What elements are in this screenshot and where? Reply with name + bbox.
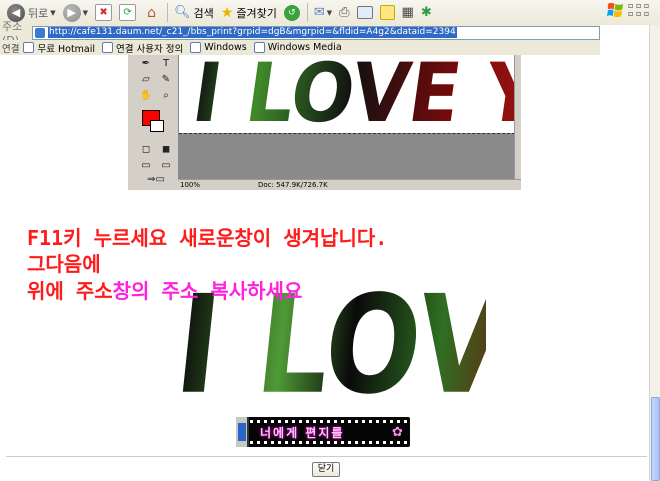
link-customize[interactable]: 연결 사용자 정의 — [102, 41, 183, 55]
photoshop-status-bar: 100% Doc: 547.9K/726.7K — [178, 179, 521, 190]
note-icon — [379, 5, 395, 20]
shape-tool-icon: ▱ — [142, 74, 150, 85]
link-label: 연결 사용자 정의 — [116, 43, 184, 55]
link-label: Windows — [204, 42, 247, 53]
love-text: I LOVE YOU ! — [187, 55, 514, 133]
eyedropper-icon: ✎ — [161, 74, 171, 85]
messenger-button[interactable]: ✱ — [418, 2, 435, 23]
instruction-line-2: 그다음에 — [27, 252, 101, 276]
photoshop-screenshot-image: ✒ T ▱ ✎ ✋ ⌕ ◻ ◼ ▭ ▭ ⇒▭ I LOVE YOU 100% D… — [128, 55, 521, 190]
pen-tool-icon: ✒ — [141, 58, 151, 69]
messenger-icon: ✱ — [420, 5, 432, 20]
background-color-swatch — [150, 120, 164, 132]
forward-arrow-icon: ▶ — [62, 3, 81, 22]
film-perforation — [250, 441, 410, 444]
address-url[interactable]: http://cafe131.daum.net/_c21_/bbs_print?… — [48, 27, 457, 38]
photoshop-scrollbar — [514, 55, 521, 179]
canvas-pasteboard — [179, 133, 514, 179]
link-page-icon — [253, 42, 265, 53]
quickmask-icon: ◼ — [161, 144, 171, 155]
toolbar-separator — [306, 3, 308, 22]
flower-icon: ✿ — [392, 425, 403, 440]
printer-icon: ⎙ — [339, 5, 350, 20]
fullscreen-icon: ▭ — [161, 160, 171, 171]
instruction-line-3-pink: 창의 주소 복사하세요 — [112, 279, 303, 303]
favorites-label: 즐겨찾기 — [236, 6, 277, 20]
zoom-level: 100% — [180, 181, 201, 189]
link-hotmail[interactable]: 무료 Hotmail — [23, 41, 95, 55]
search-icon: 🔍︎ — [174, 5, 191, 20]
address-bar: 주소(D) http://cafe131.daum.net/_c21_/bbs_… — [0, 20, 600, 47]
love-art: I LOVE YOU ! — [169, 267, 486, 405]
home-icon: ⌂ — [147, 4, 156, 21]
link-windows-media[interactable]: Windows Media — [253, 42, 342, 53]
stop-button[interactable]: ✖ — [92, 2, 115, 23]
edit-button[interactable] — [354, 2, 376, 23]
mail-button[interactable]: ✉ ▼ — [311, 2, 335, 23]
film-canister-icon — [236, 417, 249, 447]
photoshop-canvas: I LOVE YOU ! — [179, 55, 514, 133]
research-icon: ▦ — [401, 5, 414, 20]
browser-toolbar: ◀ 뒤로 ▼ ▶ ▼ ✖ ⟳ ⌂ 🔍︎ 검색 ★ 즐겨찾기 ↺ ✉ ▼ ⎙ ▦ — [0, 0, 660, 25]
mask-mode-icon: ◻ — [141, 144, 151, 155]
research-button[interactable]: ▦ — [399, 2, 417, 23]
film-banner: 너에게 편지를 ✿ — [236, 417, 410, 447]
screen-mode-icon: ▭ — [141, 160, 151, 171]
footer-divider — [6, 456, 647, 457]
jump-to-icon: ⇒▭ — [147, 174, 165, 185]
mail-dropdown-icon[interactable]: ▼ — [327, 9, 332, 17]
discuss-button[interactable] — [377, 2, 398, 23]
windows-logo-icon — [606, 2, 624, 18]
toolbar-separator — [167, 3, 169, 22]
links-label: 연결 — [2, 43, 20, 55]
doc-size: Doc: 547.9K/726.7K — [258, 181, 328, 189]
refresh-button[interactable]: ⟳ — [116, 2, 139, 23]
link-page-icon — [102, 42, 114, 53]
link-page-icon — [23, 42, 35, 53]
history-icon: ↺ — [283, 4, 300, 21]
refresh-icon: ⟳ — [119, 4, 137, 21]
stop-icon: ✖ — [95, 4, 113, 21]
search-label: 검색 — [193, 6, 214, 20]
links-bar: 연결 무료 Hotmail 연결 사용자 정의 Windows Windows … — [0, 40, 600, 55]
window-controls: ▫ ▫ ▫ ▫ ▫ ▫ — [628, 2, 660, 18]
instruction-line-1: F11키 누르세요 새로운창이 생겨납니다. — [27, 226, 388, 250]
page-scrollbar[interactable] — [649, 25, 660, 481]
maximize-icon[interactable]: ▫ ▫ ▫ — [628, 10, 660, 18]
favorites-button[interactable]: ★ 즐겨찾기 — [218, 2, 280, 23]
page-icon — [35, 27, 45, 38]
film-perforation — [250, 420, 410, 423]
text-tool-icon: T — [162, 58, 170, 69]
instruction-line-3: 위에 주소창의 주소 복사하세요 — [27, 279, 302, 303]
link-windows[interactable]: Windows — [190, 42, 247, 53]
hand-tool-icon: ✋ — [139, 90, 153, 101]
love-text-art: I LOVE YOU ! — [187, 55, 514, 133]
edit-icon — [356, 6, 373, 19]
photoshop-document: I LOVE YOU ! — [178, 55, 514, 179]
history-button[interactable]: ↺ — [281, 2, 303, 23]
close-button[interactable]: 닫기 — [312, 462, 340, 477]
scrollbar-thumb[interactable] — [651, 397, 660, 481]
home-button[interactable]: ⌂ — [140, 2, 163, 23]
forward-button[interactable]: ▶ ▼ — [60, 2, 91, 23]
forward-dropdown-icon[interactable]: ▼ — [83, 9, 88, 17]
tool-palette: ✒ T ▱ ✎ ✋ ⌕ ◻ ◼ ▭ ▭ ⇒▭ — [134, 55, 178, 187]
address-input[interactable]: http://cafe131.daum.net/_c21_/bbs_print?… — [32, 25, 600, 40]
i-love-you-image: I LOVE YOU ! — [160, 240, 486, 405]
mail-icon: ✉ — [313, 5, 325, 20]
banner-text: 너에게 편지를 — [260, 426, 345, 440]
link-page-icon — [190, 42, 202, 53]
print-button[interactable]: ⎙ — [336, 2, 352, 23]
search-button[interactable]: 🔍︎ 검색 — [171, 2, 217, 23]
link-label: 무료 Hotmail — [37, 43, 96, 55]
back-dropdown-icon[interactable]: ▼ — [50, 9, 55, 17]
instruction-line-3-red: 위에 주소 — [27, 279, 113, 303]
link-label: Windows Media — [267, 42, 342, 53]
zoom-tool-icon: ⌕ — [163, 90, 169, 101]
star-icon: ★ — [220, 4, 234, 21]
